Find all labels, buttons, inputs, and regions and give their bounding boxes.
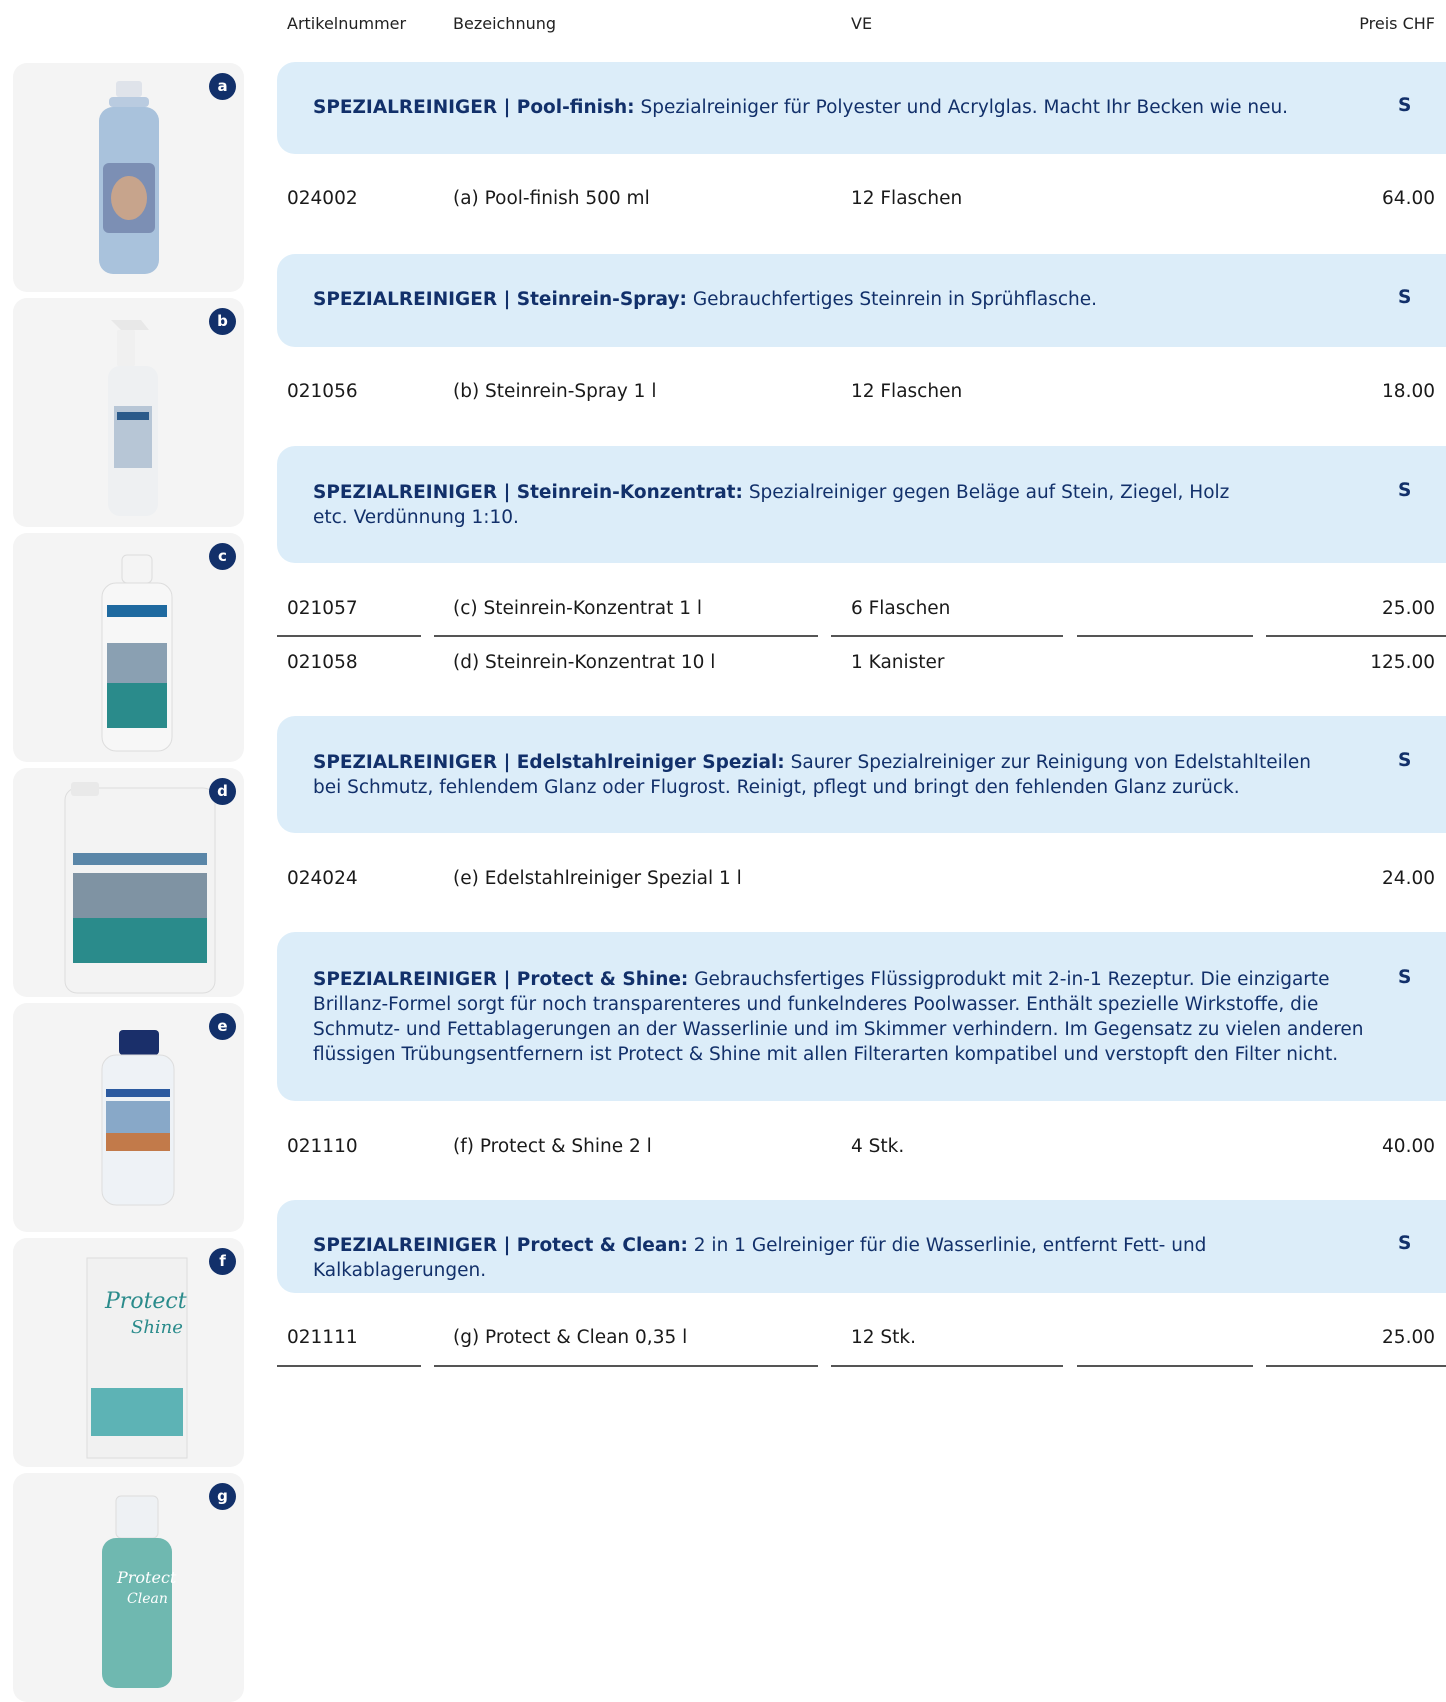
row-divider <box>831 635 1063 637</box>
cell-ve: 6 Flaschen <box>851 598 951 619</box>
row-divider <box>1077 1365 1253 1367</box>
row-divider <box>434 635 818 637</box>
image-letter-e: e <box>209 1013 236 1040</box>
table-row: 021110 (f) Protect & Shine 2 l 4 Stk. 40… <box>0 1136 1446 1166</box>
image-letter-g: g <box>209 1483 236 1510</box>
banner-title: SPEZIALREINIGER | Steinrein-Spray: <box>313 289 687 310</box>
column-header-artikelnummer: Artikelnummer <box>287 14 407 33</box>
cell-ve: 12 Stk. <box>851 1327 917 1348</box>
bottle-icon <box>101 1030 175 1206</box>
image-letter-c: c <box>209 543 236 570</box>
badge: S <box>1398 967 1412 988</box>
row-divider <box>434 1365 818 1367</box>
banner-title: SPEZIALREINIGER | Pool-finish: <box>313 97 635 118</box>
column-header-ve: VE <box>851 14 873 33</box>
cell-ve: 4 Stk. <box>851 1136 905 1157</box>
table-row: 024024 (e) Edelstahlreiniger Spezial 1 l… <box>0 868 1446 898</box>
image-letter-a: a <box>209 73 236 100</box>
cell-artikelnummer: 021110 <box>287 1136 358 1157</box>
cell-price: 25.00 <box>1382 1327 1435 1348</box>
table-row: 021056 (b) Steinrein-Spray 1 l 12 Flasch… <box>0 381 1446 411</box>
product-image-card: b <box>13 298 244 527</box>
product-description-banner: SPEZIALREINIGER | Protect & Shine: Gebra… <box>277 932 1446 1101</box>
badge: S <box>1398 480 1412 501</box>
table-row: 024002 (a) Pool-finish 500 ml 12 Flasche… <box>0 188 1446 218</box>
product-image-card: Protect Clean g <box>13 1473 244 1702</box>
svg-text:Protect: Protect <box>104 1289 187 1314</box>
cell-ve: 1 Kanister <box>851 652 945 673</box>
cell-price: 40.00 <box>1382 1136 1435 1157</box>
column-header-bezeichnung: Bezeichnung <box>453 14 557 33</box>
cell-bezeichnung: (e) Edelstahlreiniger Spezial 1 l <box>453 868 742 889</box>
cell-price: 64.00 <box>1382 188 1435 209</box>
image-letter-f: f <box>209 1248 236 1275</box>
product-description-banner: SPEZIALREINIGER | Steinrein-Spray: Gebra… <box>277 254 1446 347</box>
cell-artikelnummer: 021111 <box>287 1327 358 1348</box>
banner-title: SPEZIALREINIGER | Protect & Clean: <box>313 1235 688 1256</box>
banner-description: Spezialreiniger für Polyester und Acrylg… <box>640 97 1289 118</box>
cell-price: 125.00 <box>1370 652 1435 673</box>
table-row: 021057 (c) Steinrein-Konzentrat 1 l 6 Fl… <box>0 598 1446 628</box>
table-row: 021111 (g) Protect & Clean 0,35 l 12 Stk… <box>0 1327 1446 1357</box>
cell-bezeichnung: (d) Steinrein-Konzentrat 10 l <box>453 652 716 673</box>
cell-artikelnummer: 024002 <box>287 188 358 209</box>
cell-bezeichnung: (a) Pool-finish 500 ml <box>453 188 650 209</box>
product-image-card: a <box>13 63 244 292</box>
bottle-icon: Protect Clean <box>102 1495 177 1688</box>
row-divider <box>277 1365 421 1367</box>
product-description-banner: SPEZIALREINIGER | Protect & Clean: 2 in … <box>277 1200 1446 1293</box>
cell-artikelnummer: 021058 <box>287 652 358 673</box>
banner-description: Gebrauchfertiges Steinrein in Sprühflasc… <box>692 289 1098 310</box>
product-image-card: e <box>13 1003 244 1232</box>
product-description-banner: SPEZIALREINIGER | Pool-finish: Spezialre… <box>277 62 1446 154</box>
banner-title: SPEZIALREINIGER | Protect & Shine: <box>313 969 689 990</box>
svg-text:Protect: Protect <box>116 1568 177 1587</box>
row-divider <box>1266 1365 1446 1367</box>
cell-price: 25.00 <box>1382 598 1435 619</box>
bottle-icon <box>99 81 159 274</box>
product-image-card: c <box>13 533 244 762</box>
product-description-banner: SPEZIALREINIGER | Edelstahlreiniger Spez… <box>277 716 1446 833</box>
spray-bottle-icon <box>108 320 158 516</box>
row-divider <box>1266 635 1446 637</box>
column-header-preis: Preis CHF <box>1359 14 1435 33</box>
table-row: 021058 (d) Steinrein-Konzentrat 10 l 1 K… <box>0 652 1446 682</box>
row-divider <box>831 1365 1063 1367</box>
cell-artikelnummer: 024024 <box>287 868 358 889</box>
banner-title: SPEZIALREINIGER | Edelstahlreiniger Spez… <box>313 752 785 773</box>
image-letter-b: b <box>209 308 236 335</box>
badge: S <box>1398 95 1412 116</box>
image-letter-d: d <box>209 778 236 805</box>
product-description-banner: SPEZIALREINIGER | Steinrein-Konzentrat: … <box>277 446 1446 563</box>
row-divider <box>1077 635 1253 637</box>
cell-bezeichnung: (g) Protect & Clean 0,35 l <box>453 1327 688 1348</box>
badge: S <box>1398 750 1412 771</box>
cell-price: 18.00 <box>1382 381 1435 402</box>
cell-bezeichnung: (b) Steinrein-Spray 1 l <box>453 381 657 402</box>
cell-bezeichnung: (c) Steinrein-Konzentrat 1 l <box>453 598 703 619</box>
cell-ve: 12 Flaschen <box>851 381 963 402</box>
svg-text:Clean: Clean <box>127 1591 168 1607</box>
cell-ve: 12 Flaschen <box>851 188 963 209</box>
bottle-icon <box>101 554 173 752</box>
banner-title: SPEZIALREINIGER | Steinrein-Konzentrat: <box>313 482 743 503</box>
cell-bezeichnung: (f) Protect & Shine 2 l <box>453 1136 652 1157</box>
badge: S <box>1398 1233 1412 1254</box>
cell-artikelnummer: 021057 <box>287 598 358 619</box>
cell-artikelnummer: 021056 <box>287 381 358 402</box>
row-divider <box>277 635 421 637</box>
cell-price: 24.00 <box>1382 868 1435 889</box>
badge: S <box>1398 287 1412 308</box>
